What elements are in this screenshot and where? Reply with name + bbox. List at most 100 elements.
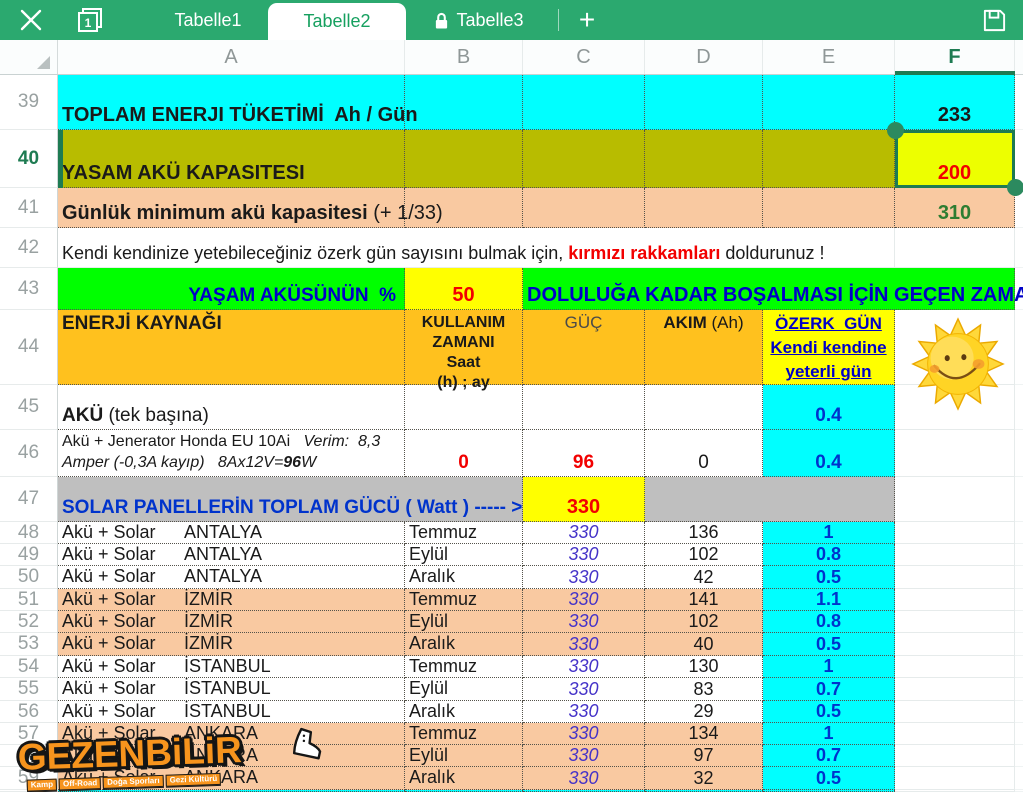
cell-E51[interactable]: 1.1 xyxy=(763,589,895,611)
column-header-B[interactable]: B xyxy=(405,40,523,74)
cell-C54[interactable]: 330 xyxy=(523,656,645,678)
cell-A52[interactable]: Akü + SolarİZMİR xyxy=(58,611,405,633)
cell-D51[interactable]: 141 xyxy=(645,589,763,611)
cell-C57[interactable]: 330 xyxy=(523,723,645,745)
cell-B52[interactable]: Eylül xyxy=(405,611,523,633)
cell-A45[interactable]: AKÜ (tek başına) xyxy=(58,385,405,430)
column-header-C[interactable]: C xyxy=(523,40,645,74)
cell-D55[interactable]: 83 xyxy=(645,678,763,701)
cell-C56[interactable]: 330 xyxy=(523,701,645,723)
cell-A56[interactable]: Akü + SolarİSTANBUL xyxy=(58,701,405,723)
cell-E45[interactable]: 0.4 xyxy=(763,385,895,430)
cell-F53[interactable] xyxy=(895,633,1015,656)
cell-E41[interactable] xyxy=(763,188,895,228)
cell-C45[interactable] xyxy=(523,385,645,430)
cell-F56[interactable] xyxy=(895,701,1015,723)
cell-A51[interactable]: Akü + SolarİZMİR xyxy=(58,589,405,611)
cell-A47[interactable]: SOLAR PANELLERİN TOPLAM GÜCÜ ( Watt ) --… xyxy=(58,477,523,522)
cell-E44[interactable]: ÖZERK GÜN Kendi kendine yeterli gün xyxy=(763,310,895,385)
cell-B56[interactable]: Aralık xyxy=(405,701,523,723)
cell-E55[interactable]: 0.7 xyxy=(763,678,895,701)
cell-C46[interactable]: 96 xyxy=(523,430,645,477)
cell-C43[interactable]: DOLULUĞA KADAR BOŞALMASI İÇİN GEÇEN ZAMA… xyxy=(523,268,1015,310)
row-header-52[interactable]: 52 xyxy=(0,611,58,633)
cell-F39[interactable]: 233 xyxy=(895,75,1015,130)
row-header-44[interactable]: 44 xyxy=(0,310,58,385)
cell-B40[interactable] xyxy=(405,130,523,188)
row-header-54[interactable]: 54 xyxy=(0,656,58,678)
sheets-button[interactable]: 1 xyxy=(62,0,118,40)
row-header-42[interactable]: 42 xyxy=(0,228,58,268)
cell-C51[interactable]: 330 xyxy=(523,589,645,611)
column-header-A[interactable]: A xyxy=(58,40,405,74)
cell-D47[interactable] xyxy=(645,477,895,522)
row-header-50[interactable]: 50 xyxy=(0,566,58,589)
cell-C40[interactable] xyxy=(523,130,645,188)
cell-F59[interactable] xyxy=(895,767,1015,790)
cell-C58[interactable]: 330 xyxy=(523,745,645,767)
cell-E52[interactable]: 0.8 xyxy=(763,611,895,633)
row-header-45[interactable]: 45 xyxy=(0,385,58,430)
cell-B49[interactable]: Eylül xyxy=(405,544,523,566)
cell-D59[interactable]: 32 xyxy=(645,767,763,790)
cell-A50[interactable]: Akü + SolarANTALYA xyxy=(58,566,405,589)
cell-A46[interactable]: Akü + Jenerator Honda EU 10Ai Verim: 8,3… xyxy=(58,430,405,477)
cell-F51[interactable] xyxy=(895,589,1015,611)
cell-B53[interactable]: Aralık xyxy=(405,633,523,656)
cell-B58[interactable]: Eylül xyxy=(405,745,523,767)
cell-A53[interactable]: Akü + SolarİZMİR xyxy=(58,633,405,656)
select-all-corner[interactable] xyxy=(0,40,58,74)
row-header-53[interactable]: 53 xyxy=(0,633,58,656)
cell-E48[interactable]: 1 xyxy=(763,522,895,544)
row-header-51[interactable]: 51 xyxy=(0,589,58,611)
add-sheet-button[interactable]: + xyxy=(565,0,609,40)
cell-A44[interactable]: ENERJİ KAYNAĞI xyxy=(58,310,405,385)
cell-D58[interactable]: 97 xyxy=(645,745,763,767)
cell-C39[interactable] xyxy=(523,75,645,130)
cell-A49[interactable]: Akü + SolarANTALYA xyxy=(58,544,405,566)
selection-handle-bottom-right[interactable] xyxy=(1007,179,1023,196)
row-header-43[interactable]: 43 xyxy=(0,268,58,310)
cell-D54[interactable]: 130 xyxy=(645,656,763,678)
row-header-55[interactable]: 55 xyxy=(0,678,58,701)
cell-B48[interactable]: Temmuz xyxy=(405,522,523,544)
cell-E46[interactable]: 0.4 xyxy=(763,430,895,477)
cell-A48[interactable]: Akü + SolarANTALYA xyxy=(58,522,405,544)
cell-C52[interactable]: 330 xyxy=(523,611,645,633)
cell-C59[interactable]: 330 xyxy=(523,767,645,790)
cell-F47[interactable] xyxy=(895,477,1015,522)
cell-E49[interactable]: 0.8 xyxy=(763,544,895,566)
cell-E39[interactable] xyxy=(763,75,895,130)
cell-B44[interactable]: KULLANIM ZAMANI Saat (h) ; ay xyxy=(405,310,523,385)
tab-tabelle1[interactable]: Tabelle1 xyxy=(148,0,268,40)
cell-F52[interactable] xyxy=(895,611,1015,633)
cell-A55[interactable]: Akü + SolarİSTANBUL xyxy=(58,678,405,701)
cell-C44[interactable]: GÜÇ xyxy=(523,310,645,385)
close-button[interactable] xyxy=(0,0,62,40)
tab-tabelle2-active[interactable]: Tabelle2 xyxy=(268,3,406,40)
row-header-49[interactable]: 49 xyxy=(0,544,58,566)
cell-E58[interactable]: 0.7 xyxy=(763,745,895,767)
cell-C48[interactable]: 330 xyxy=(523,522,645,544)
cell-D40[interactable] xyxy=(645,130,763,188)
cell-D41[interactable] xyxy=(645,188,763,228)
cell-D52[interactable]: 102 xyxy=(645,611,763,633)
cell-D46[interactable]: 0 xyxy=(645,430,763,477)
cell-D48[interactable]: 136 xyxy=(645,522,763,544)
cell-E59[interactable]: 0.5 xyxy=(763,767,895,790)
cell-F58[interactable] xyxy=(895,745,1015,767)
column-header-F[interactable]: F xyxy=(895,40,1015,74)
selection-handle-top-left[interactable] xyxy=(887,122,904,139)
cell-B51[interactable]: Temmuz xyxy=(405,589,523,611)
cell-F41[interactable]: 310 xyxy=(895,188,1015,228)
cell-A43[interactable]: YAŞAM AKÜSÜNÜN % xyxy=(58,268,405,310)
cell-C50[interactable]: 330 xyxy=(523,566,645,589)
cell-E40[interactable] xyxy=(763,130,895,188)
cell-B43[interactable]: 50 xyxy=(405,268,523,310)
cell-A39[interactable]: TOPLAM ENERJI TÜKETİMİ Ah / Gün xyxy=(58,75,405,130)
cell-D57[interactable]: 134 xyxy=(645,723,763,745)
cell-E50[interactable]: 0.5 xyxy=(763,566,895,589)
cell-E56[interactable]: 0.5 xyxy=(763,701,895,723)
cell-B54[interactable]: Temmuz xyxy=(405,656,523,678)
cell-B46[interactable]: 0 xyxy=(405,430,523,477)
